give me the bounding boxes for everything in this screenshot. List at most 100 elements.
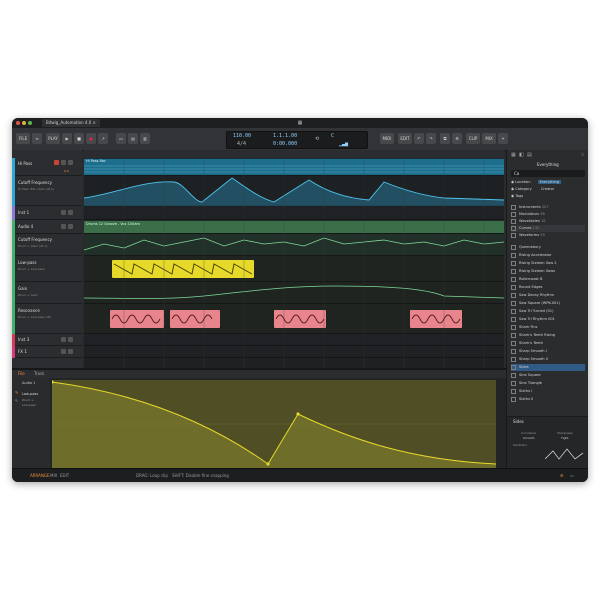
solo-icon[interactable] — [68, 210, 73, 215]
tab-track[interactable]: Track — [34, 371, 44, 376]
automation-curve[interactable] — [84, 176, 504, 206]
filter-location[interactable]: ◉ Location Everything — [511, 179, 585, 186]
arrow-icon[interactable]: ↖ — [15, 398, 18, 403]
settings-icon[interactable]: ⚙ — [452, 133, 462, 144]
solo-icon[interactable] — [68, 337, 73, 342]
section-modulators[interactable]: Modulators 98 — [511, 211, 585, 218]
browser-item[interactable]: Sixths II — [511, 396, 585, 403]
filter-tags[interactable]: ◉ Tags — [511, 193, 585, 200]
automation-lane-header[interactable]: Resonance Drum + Low-pass (dt) — [12, 304, 82, 334]
browser-item[interactable]: Rising Sixteen Saws — [511, 268, 585, 275]
browser-search-input[interactable]: Ca — [511, 170, 585, 177]
copy-icon[interactable]: ⧉ — [440, 133, 450, 144]
record-arm-icon[interactable] — [54, 160, 59, 165]
browser-item[interactable]: Sixths I — [511, 388, 585, 395]
cutoff-automation-lane[interactable] — [84, 176, 504, 206]
devices-icon[interactable]: ▦ — [511, 152, 516, 158]
browser-item[interactable]: Shark Fins — [511, 324, 585, 331]
section-wavetables[interactable]: Wavetables 18 — [511, 218, 585, 225]
edit-button[interactable]: EDIT — [398, 133, 412, 144]
filter-category[interactable]: ◉ Category Creator — [511, 186, 585, 193]
audio-clip[interactable]: Hi Pass.flac — [84, 159, 504, 175]
browser-item[interactable]: Saw Tri Turned (01) — [511, 308, 585, 315]
section-curves[interactable]: Curves 132 — [511, 225, 585, 232]
gain-lane[interactable] — [84, 282, 504, 304]
browser-item[interactable]: Queensbury — [511, 244, 585, 251]
loop-icon[interactable]: ⟲ — [315, 136, 319, 142]
clip-button[interactable]: CLIP — [466, 133, 480, 144]
favorite-icon[interactable]: ☆ — [581, 152, 585, 158]
mute-icon[interactable] — [61, 224, 66, 229]
minimize-window-button[interactable] — [22, 121, 26, 125]
section-waveforms[interactable]: Waveforms 95 — [511, 232, 585, 239]
automation-lane-header[interactable]: Cutoff Frequency Hi Pass: Ext. Lfam (dt.… — [12, 176, 82, 206]
maximize-window-button[interactable] — [28, 121, 32, 125]
browser-item[interactable]: Shark's Teeth Rising — [511, 332, 585, 339]
mix-button[interactable]: MIX — [482, 133, 496, 144]
browser-item[interactable]: Saw Decay Rhythm — [511, 292, 585, 299]
low-pass-lane[interactable] — [84, 256, 504, 282]
audio-clip[interactable]: Drums 12 Groove - Vox 100am — [84, 221, 504, 233]
browser-item[interactable]: Rollercoast B — [511, 276, 585, 283]
browser-item[interactable]: Saw Tri Rhythm 001 — [511, 316, 585, 323]
browser-item[interactable]: Sine Square — [511, 372, 585, 379]
hi-pass-clip-lane[interactable]: Hi Pass.flac — [84, 158, 504, 176]
track-header[interactable]: Audio 4 — [12, 220, 82, 234]
detail-clip-area[interactable] — [50, 380, 497, 468]
solo-icon[interactable] — [68, 224, 73, 229]
track-header[interactable]: FX 1 — [12, 346, 82, 358]
automation-clip-pink[interactable] — [110, 310, 164, 328]
key-readout[interactable]: C — [331, 133, 334, 139]
preview-value-2[interactable]: Tight — [561, 436, 569, 440]
inst3-lane[interactable] — [84, 334, 504, 346]
resonance-lane[interactable] — [84, 304, 504, 334]
file-button[interactable]: FILE — [16, 133, 30, 144]
browser-item[interactable]: Rising Accelerator — [511, 252, 585, 259]
browser-item[interactable]: Sharp Smooth I — [511, 348, 585, 355]
automation-lane-header[interactable]: Low-pass Drum + Low-pass — [12, 256, 82, 282]
stop-icon[interactable]: ■ — [74, 133, 84, 144]
fx1-lane[interactable] — [84, 346, 504, 358]
close-window-button[interactable] — [16, 121, 20, 125]
mix-view-icon[interactable]: ▥ — [140, 133, 150, 144]
automation-clip-pink[interactable] — [274, 310, 326, 328]
automation-clip-pink[interactable] — [170, 310, 220, 328]
settings-icon[interactable]: ⚙ — [560, 473, 564, 478]
time-signature[interactable]: 4/4 — [237, 141, 246, 147]
track-header[interactable]: Inst 1 — [12, 206, 82, 220]
mute-icon[interactable] — [61, 210, 66, 215]
pencil-icon[interactable]: ✎ — [15, 390, 18, 395]
browser-item[interactable]: Round Edges — [511, 284, 585, 291]
arranger-timeline[interactable]: Hi Pass.flac Drums 12 Groove - Vox 100am — [84, 150, 504, 368]
arranger-view-icon[interactable]: ▭ — [116, 133, 126, 144]
automation-icon[interactable]: ↗ — [98, 133, 108, 144]
mix-status[interactable]: MIX — [50, 473, 57, 478]
tab-file[interactable]: File — [18, 371, 25, 376]
menu-icon[interactable]: ≡ — [32, 133, 42, 144]
automation-clip-pink[interactable] — [410, 310, 462, 328]
plus-icon[interactable]: + — [498, 133, 508, 144]
automation-curve[interactable] — [84, 282, 504, 304]
browser-item[interactable]: Sharp Smooth II — [511, 356, 585, 363]
edit-status[interactable]: EDIT — [60, 473, 69, 478]
solo-icon[interactable] — [68, 160, 73, 165]
redo-icon[interactable]: ↷ — [426, 133, 436, 144]
section-instruments[interactable]: Instruments 207 — [511, 204, 585, 211]
play-icon[interactable]: ▶ — [62, 133, 72, 144]
track-header[interactable]: Inst 3 — [12, 334, 82, 346]
automation-clip-yellow[interactable] — [112, 260, 254, 278]
drum-cutoff-lane[interactable] — [84, 234, 504, 256]
solo-icon[interactable] — [68, 349, 73, 354]
browser-item[interactable]: Saw Square (WPK-001) — [511, 300, 585, 307]
panel-icon[interactable]: ▭ — [570, 473, 574, 478]
automation-lane-header[interactable]: Cutoff Frequency Drum + Lfam (dt.1) — [12, 234, 82, 256]
undo-icon[interactable]: ↶ — [414, 133, 424, 144]
automation-curve[interactable] — [84, 234, 504, 256]
metronome-icon[interactable]: ▁▃▅ — [339, 141, 348, 147]
files-icon[interactable]: ▤ — [527, 152, 532, 158]
track-header[interactable]: Hi Pass 0.0 — [12, 158, 82, 176]
preview-value-1[interactable]: Smooth — [523, 436, 535, 440]
inst1-lane[interactable] — [84, 206, 504, 220]
browser-item[interactable]: Rising Sixteen Saw 2 — [511, 260, 585, 267]
detail-automation-curve[interactable] — [50, 380, 497, 468]
